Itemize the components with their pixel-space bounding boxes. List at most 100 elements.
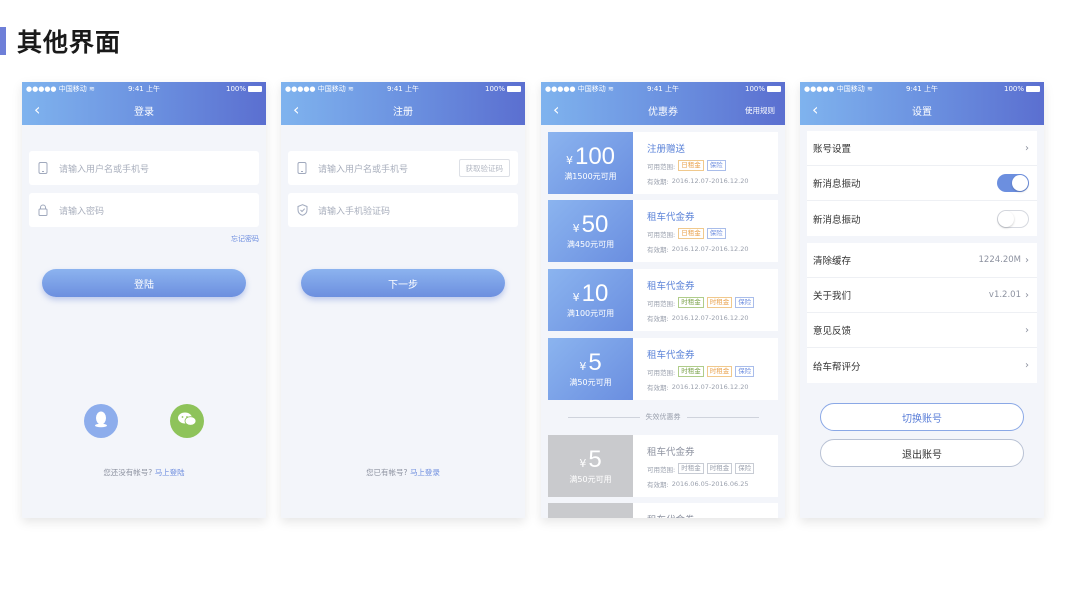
coupon-expiry-row: 有效期: 2016.12.07-2016.12.20 [647,244,778,254]
expiry-label: 有效期: [647,246,669,254]
currency-symbol: ¥ [565,154,573,167]
scope-tag: 时租金 [678,297,704,308]
carrier-label: ●●●●● 中国移动 ≋ [26,85,95,93]
clock-label: 9:41 上午 [647,85,679,93]
coupon-card[interactable]: ¥ 5 满50元可用 租车代金券 可用范围: 时租金 时租金 保险 有效期: 2016… [548,338,778,400]
status-bar: ●●●●● 中国移动 ≋ 9:41 上午 100% [281,82,525,96]
coupon-card[interactable]: ¥ 50 满450元可用 租车代金券 可用范围: 日租金 保险 有效期: 2016.… [548,200,778,262]
battery-label: 100% [745,85,766,93]
chevron-right-icon: › [1025,289,1029,301]
status-bar: ●●●●● 中国移动 ≋ 9:41 上午 100% [22,82,266,96]
get-code-button[interactable]: 获取验证码 [458,159,510,177]
password-field[interactable]: 请输入密码 [29,193,259,227]
qq-login-button[interactable] [84,404,118,438]
register-screen: ●●●●● 中国移动 ≋ 9:41 上午 100% ‹ 注册 请输入用户名或手机… [281,82,525,518]
vibrate-toggle-1[interactable] [997,174,1029,192]
coupon-value-panel: ¥ 5 满50元可用 [548,435,633,497]
coupons-screen: ●●●●● 中国移动 ≋ 9:41 上午 100% ‹ 优惠券 使用规则 ¥ 1… [541,82,785,518]
wechat-login-button[interactable] [170,404,204,438]
cache-size-value: 1224.20M [978,255,1021,265]
heading-accent-bar [0,27,6,55]
nav-title: 优惠券 [648,107,678,118]
register-link[interactable]: 马上登陆 [155,468,185,477]
lock-icon [37,204,49,216]
back-icon[interactable]: ‹ [553,102,559,118]
scope-tag: 保险 [706,228,726,239]
coupon-card[interactable]: ¥ 10 满100元可用 租车代金券 可用范围: 时租金 时租金 保险 有效期: 20… [548,269,778,331]
about-label: 关于我们 [813,291,852,302]
scope-tag: 时租金 [678,366,704,377]
coupon-amount: ¥ 50 [573,212,609,238]
coupon-expiry-row: 有效期: 2016.12.07-2016.12.20 [647,176,778,186]
invalid-divider-label: 失效优惠券 [645,413,681,421]
chevron-right-icon: › [1025,324,1029,336]
username-field[interactable]: 请输入用户名或手机号 [29,151,259,185]
back-icon[interactable]: ‹ [293,102,299,118]
clear-cache-row[interactable]: 清除缓存 1224.20M › [807,243,1037,278]
coupon-name: 租车代金券 [647,512,778,518]
scope-label: 可用范围: [647,230,676,239]
coupon-condition: 满450元可用 [566,240,615,249]
scope-label: 可用范围: [647,299,676,308]
nav-title: 设置 [912,107,932,118]
vibrate-toggle-2[interactable] [997,209,1029,228]
nav-bar: ‹ 登录 [22,96,266,125]
battery-label: 100% [226,85,247,93]
scope-tag: 保险 [706,160,726,171]
coupon-expiry-row: 有效期: 2016.06.05-2016.06.25 [647,479,778,489]
coupon-details: 租车代金券 可用范围: 时租金 时租金 保险 有效期: 2016.12.07-2016… [633,338,778,400]
back-icon[interactable]: ‹ [34,102,40,118]
invalid-coupon-card[interactable]: ¥ 5 满50元可用 租车代金券 可用范围: 时租金 时租金 保险 有效期: 2016… [548,435,778,497]
currency-symbol: ¥ [572,291,580,304]
login-link[interactable]: 马上登录 [410,468,440,477]
verification-code-field[interactable]: 请输入手机验证码 [288,193,518,227]
password-placeholder: 请输入密码 [59,206,105,217]
rate-row[interactable]: 给车帮评分 › [807,348,1037,383]
coupon-condition: 满1500元可用 [564,172,617,181]
coupon-amount: ¥ 5 [579,350,601,376]
username-field[interactable]: 请输入用户名或手机号 获取验证码 [288,151,518,185]
coupon-scope-row: 可用范围: 时租金 时租金 保险 [647,366,778,377]
battery-icon [1026,86,1041,92]
coupon-name: 租车代金券 [647,447,695,458]
have-account-text: 您已有帐号? [366,468,408,477]
invalid-coupon-card[interactable]: 租车代金券 [548,503,778,518]
forgot-password-link[interactable]: 忘记密码 [231,234,259,244]
back-icon[interactable]: ‹ [812,102,818,118]
feedback-row[interactable]: 意见反馈 › [807,313,1037,348]
coupon-card[interactable]: ¥ 100 满1500元可用 注册赠送 可用范围: 日租金 保险 有效期: 2016… [548,132,778,194]
expiry-label: 有效期: [647,315,669,323]
coupon-name: 租车代金券 [647,281,695,292]
scope-label: 可用范围: [647,162,676,171]
feedback-label: 意见反馈 [813,326,852,337]
currency-symbol: ¥ [579,457,587,470]
toggle-knob [1012,175,1028,191]
coupon-name: 租车代金券 [647,350,695,361]
code-placeholder: 请输入手机验证码 [318,206,391,217]
currency-symbol: ¥ [572,222,580,235]
coupon-condition: 满100元可用 [566,309,615,318]
username-placeholder: 请输入用户名或手机号 [59,164,150,175]
wechat-icon [177,411,197,431]
about-row[interactable]: 关于我们 v1.2.01 › [807,278,1037,313]
coupon-scope-row: 可用范围: 日租金 保险 [647,228,778,239]
qq-icon [93,410,109,432]
scope-tag: 保险 [735,366,755,377]
coupons-header: ●●●●● 中国移动 ≋ 9:41 上午 100% ‹ 优惠券 使用规则 [541,82,785,125]
vibrate-label-2: 新消息振动 [813,214,861,226]
coupon-name: 租车代金券 [647,212,695,223]
coupon-value-panel: ¥ 50 满450元可用 [548,200,633,262]
carrier-label: ●●●●● 中国移动 ≋ [804,85,873,93]
logout-button[interactable]: 退出账号 [820,439,1024,467]
currency-symbol: ¥ [579,360,587,373]
phone-icon [296,162,308,174]
nav-bar: ‹ 设置 [800,96,1044,125]
login-button[interactable]: 登陆 [42,269,246,297]
expiry-label: 有效期: [647,384,669,392]
chevron-right-icon: › [1025,360,1029,371]
usage-rules-link[interactable]: 使用规则 [745,105,775,116]
switch-account-button[interactable]: 切换账号 [820,403,1024,431]
battery-icon [248,86,263,92]
next-step-button[interactable]: 下一步 [301,269,505,297]
account-settings-row[interactable]: 账号设置 › [807,131,1037,166]
